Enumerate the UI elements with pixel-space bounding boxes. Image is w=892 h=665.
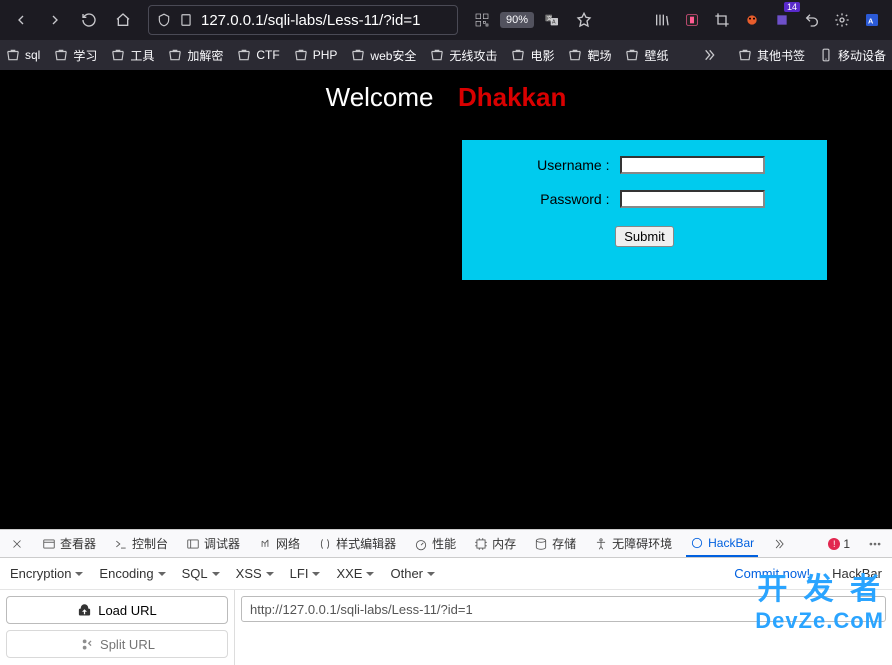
library-icon[interactable] — [648, 6, 676, 34]
svg-text:A: A — [868, 16, 874, 25]
devtools-tabs: 查看器 控制台 调试器 网络 样式编辑器 性能 内存 存储 无障碍环境 Hack… — [0, 530, 892, 558]
username-label: Username : — [525, 157, 610, 173]
tab-debugger[interactable]: 调试器 — [182, 530, 244, 557]
bookmark-item[interactable]: web安全 — [351, 47, 416, 64]
menu-encoding[interactable]: Encoding — [99, 566, 165, 581]
split-url-button[interactable]: Split URL — [6, 630, 228, 658]
svg-text:A: A — [552, 19, 556, 25]
tab-network[interactable]: 网络 — [254, 530, 304, 557]
bookmark-item[interactable]: 靶场 — [568, 47, 611, 64]
bookmarks-bar: sql 学习 工具 加解密 CTF PHP web安全 无线攻击 电影 靶场 壁… — [0, 40, 892, 70]
other-bookmarks[interactable]: 其他书签 — [738, 47, 805, 64]
home-button[interactable] — [108, 5, 138, 35]
bookmark-item[interactable]: CTF — [237, 48, 279, 62]
url-bar[interactable]: 127.0.0.1/sqli-labs/Less-11/?id=1 — [148, 5, 458, 35]
bookmark-item[interactable]: 加解密 — [168, 47, 223, 64]
hackbar-menu-row: Encryption Encoding SQL XSS LFI XXE Othe… — [0, 558, 892, 590]
page-icon — [179, 13, 193, 27]
undo-icon[interactable] — [798, 6, 826, 34]
bookmark-item[interactable]: sql — [6, 48, 40, 62]
bookmark-item[interactable]: 电影 — [511, 47, 554, 64]
menu-xss[interactable]: XSS — [236, 566, 274, 581]
bookmark-item[interactable]: 壁纸 — [625, 47, 668, 64]
hackbar-brand: HackBar — [832, 566, 882, 581]
devtools-menu-icon[interactable] — [864, 530, 886, 557]
login-form: Username : Password : Submit — [462, 140, 827, 280]
tab-performance[interactable]: 性能 — [410, 530, 460, 557]
menu-sql[interactable]: SQL — [182, 566, 220, 581]
mobile-bookmarks[interactable]: 移动设备 — [819, 47, 886, 64]
menu-xxe[interactable]: XXE — [336, 566, 374, 581]
bookmark-item[interactable]: 学习 — [54, 47, 97, 64]
translate-icon[interactable]: 文A — [538, 6, 566, 34]
ext-bug-icon[interactable] — [738, 6, 766, 34]
crop-icon[interactable] — [708, 6, 736, 34]
password-label: Password : — [525, 191, 610, 207]
load-url-button[interactable]: Load URL — [6, 596, 228, 624]
hackbar-url-input[interactable] — [241, 596, 886, 622]
ext-square-icon[interactable] — [678, 6, 706, 34]
menu-lfi[interactable]: LFI — [290, 566, 321, 581]
menu-other[interactable]: Other — [390, 566, 435, 581]
qr-icon[interactable] — [468, 6, 496, 34]
devtools-close-icon[interactable] — [6, 530, 28, 557]
tab-inspector[interactable]: 查看器 — [38, 530, 100, 557]
page-title: Welcome Dhakkan — [0, 70, 892, 113]
password-input[interactable] — [620, 190, 765, 208]
bookmark-item[interactable]: 无线攻击 — [430, 47, 497, 64]
tab-storage[interactable]: 存储 — [530, 530, 580, 557]
back-button[interactable] — [6, 5, 36, 35]
submit-button[interactable]: Submit — [615, 226, 673, 247]
tab-memory[interactable]: 内存 — [470, 530, 520, 557]
username-input[interactable] — [620, 156, 765, 174]
bookmark-item[interactable]: PHP — [294, 48, 338, 62]
ext-av-icon[interactable]: A — [858, 6, 886, 34]
zoom-indicator[interactable]: 90% — [500, 12, 534, 28]
page-content: Welcome Dhakkan Username : Password : Su… — [0, 70, 892, 529]
tab-accessibility[interactable]: 无障碍环境 — [590, 530, 676, 557]
commit-link[interactable]: Commit now! — [734, 566, 810, 581]
tab-console[interactable]: 控制台 — [110, 530, 172, 557]
tab-hackbar[interactable]: HackBar — [686, 530, 758, 557]
url-text: 127.0.0.1/sqli-labs/Less-11/?id=1 — [201, 12, 449, 29]
tab-style-editor[interactable]: 样式编辑器 — [314, 530, 400, 557]
ext-badge-icon[interactable]: 14 — [768, 6, 796, 34]
menu-encryption[interactable]: Encryption — [10, 566, 83, 581]
ext-gear-icon[interactable] — [828, 6, 856, 34]
reload-button[interactable] — [74, 5, 104, 35]
shield-icon — [157, 13, 171, 27]
bookmark-item[interactable]: 工具 — [111, 47, 154, 64]
devtools-overflow-icon[interactable] — [768, 530, 790, 557]
bookmark-star-icon[interactable] — [570, 6, 598, 34]
forward-button[interactable] — [40, 5, 70, 35]
error-count[interactable]: !1 — [828, 537, 850, 551]
overflow-chevron-icon[interactable] — [694, 40, 724, 70]
